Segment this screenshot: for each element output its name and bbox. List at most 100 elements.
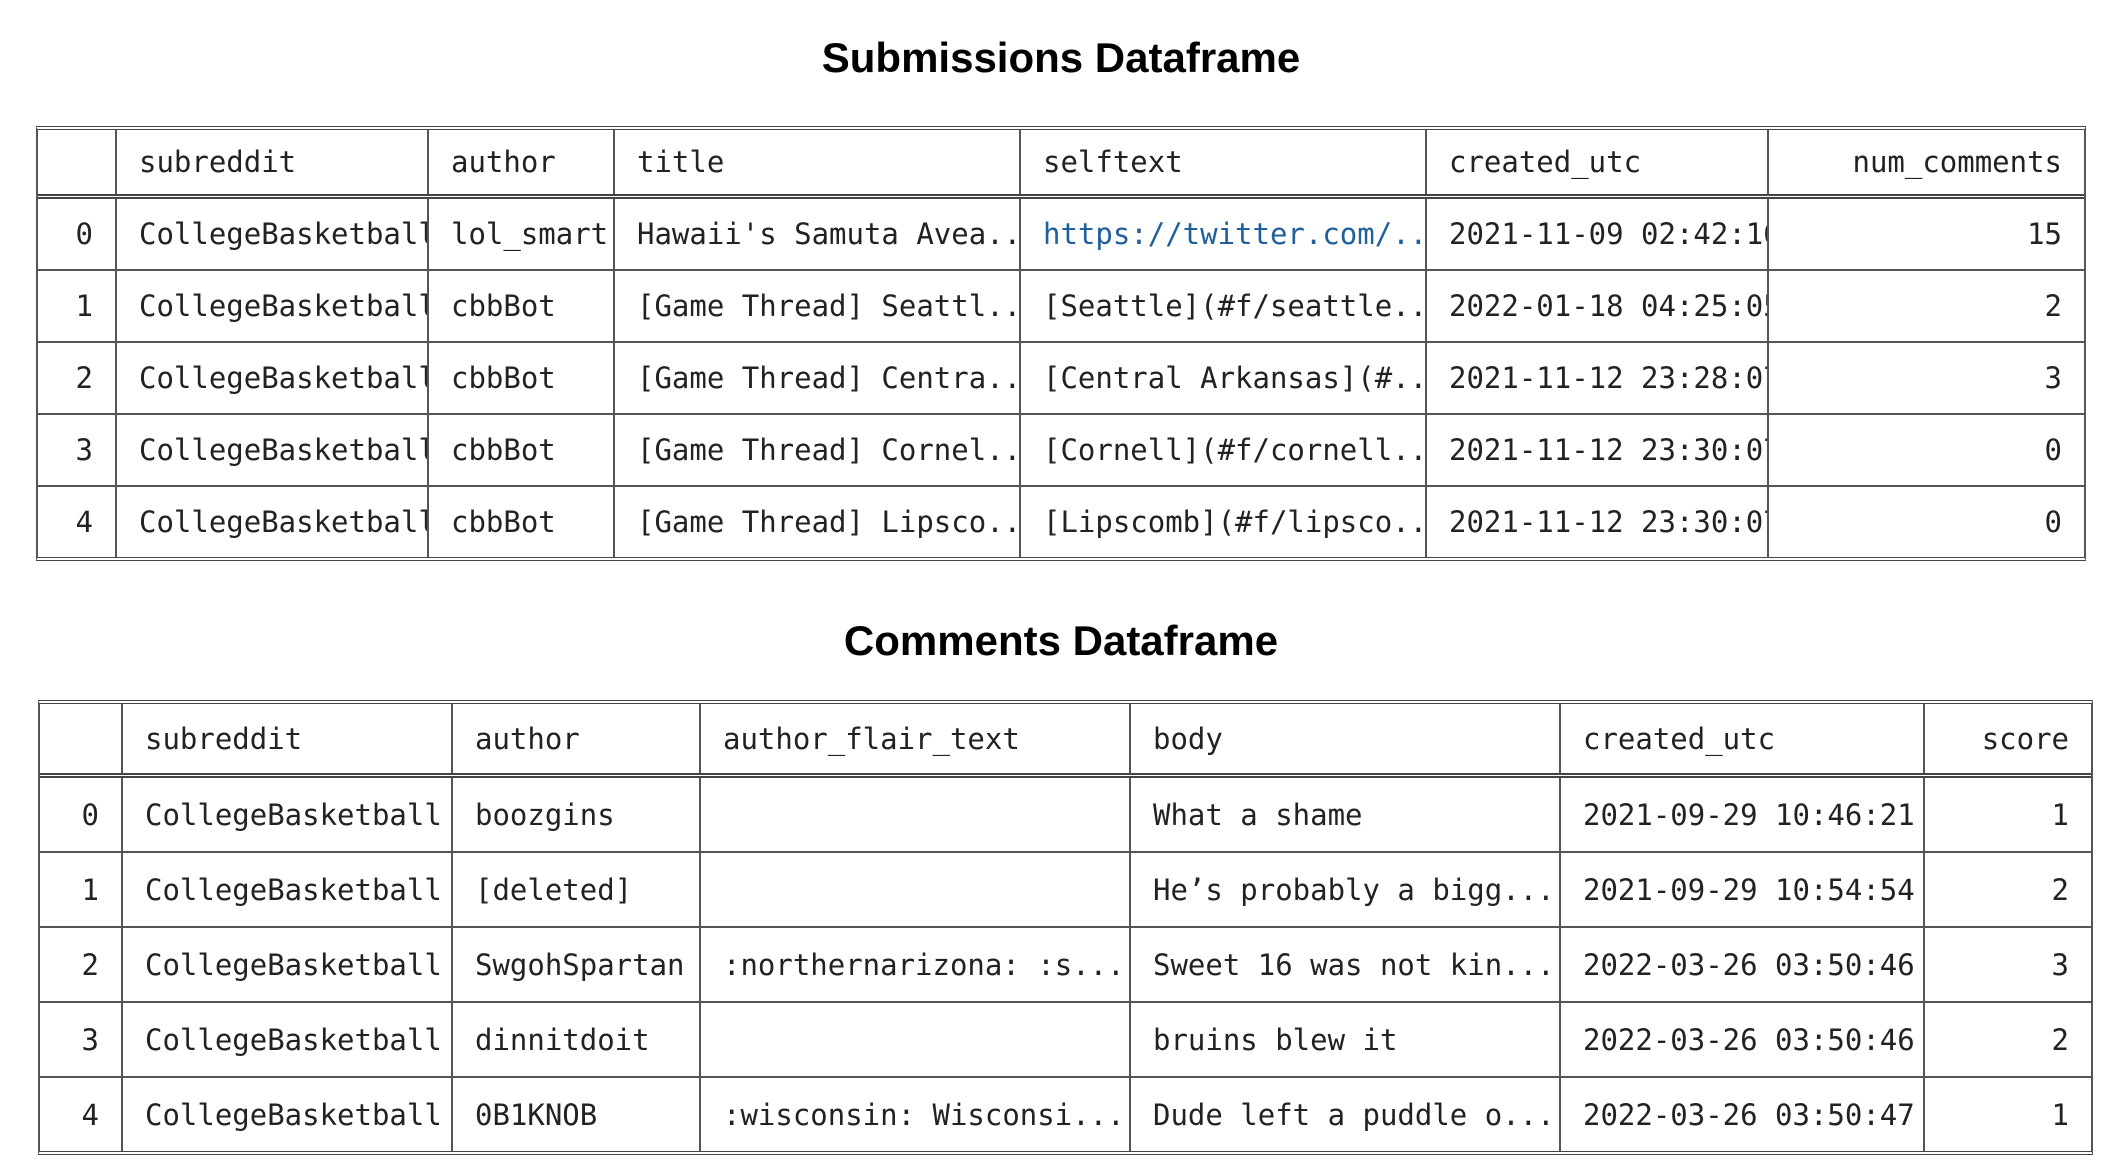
- row-index: 3: [40, 1002, 122, 1078]
- column-header-index: [40, 704, 122, 778]
- cell-author: cbbBot: [427, 414, 614, 487]
- row-index: 4: [81, 1097, 99, 1132]
- cell-score: 2: [1923, 852, 2091, 928]
- cell-created-utc: 2022-01-18 04:25:05: [1425, 270, 1768, 343]
- row-index: 0: [40, 775, 122, 853]
- cell-created-utc: 2021-09-29 10:54:54: [1559, 852, 1924, 928]
- column-header-subreddit: subreddit: [115, 130, 428, 199]
- comments-dataframe: subreddit author author_flair_text body …: [38, 700, 2093, 1155]
- cell-num-comments: 0: [1767, 486, 2084, 557]
- cell-score: 1: [1923, 775, 2091, 853]
- cell-body: Dude left a puddle o...: [1129, 1077, 1560, 1151]
- cell-subreddit: CollegeBasketball: [121, 1002, 452, 1078]
- cell-author: lol_smart: [427, 196, 614, 271]
- comments-table: subreddit author author_flair_text body …: [40, 704, 2091, 1151]
- cell-author: SwgohSpartan: [451, 927, 700, 1003]
- table-row: 0 CollegeBasketball boozgins What a sham…: [40, 775, 2091, 853]
- table-row: 3 CollegeBasketball dinnitdoit bruins bl…: [40, 1002, 2091, 1078]
- cell-created-utc: 2021-09-29 10:46:21: [1559, 775, 1924, 853]
- cell-subreddit: CollegeBasketball: [121, 775, 452, 853]
- cell-title: [Game Thread] Seattl...: [613, 270, 1020, 343]
- cell-created-utc: 2022-03-26 03:50:46: [1559, 927, 1924, 1003]
- table-row: 4 CollegeBasketball 0B1KNOB :wisconsin: …: [40, 1077, 2091, 1151]
- table-row: 1 CollegeBasketball cbbBot [Game Thread]…: [38, 270, 2084, 343]
- cell-num-comments: 3: [1767, 342, 2084, 415]
- column-header-created-utc: created_utc: [1425, 130, 1768, 199]
- cell-subreddit: CollegeBasketball: [121, 852, 452, 928]
- cell-subreddit: CollegeBasketball: [121, 927, 452, 1003]
- submissions-table: subreddit author title selftext created_…: [38, 130, 2084, 557]
- column-header-author: author: [427, 130, 614, 199]
- cell-author: cbbBot: [427, 342, 614, 415]
- table-row: 2 CollegeBasketball cbbBot [Game Thread]…: [38, 342, 2084, 415]
- cell-selftext: [Lipscomb](#f/lipsco...: [1019, 486, 1426, 557]
- column-header-body: body: [1129, 704, 1560, 778]
- cell-created-utc: 2021-11-09 02:42:16: [1425, 196, 1768, 271]
- cell-author: dinnitdoit: [451, 1002, 700, 1078]
- cell-title: Hawaii's Samuta Avea...: [613, 196, 1020, 271]
- row-index: 0: [38, 196, 116, 271]
- column-header-author-flair-text: author_flair_text: [699, 704, 1130, 778]
- cell-author: cbbBot: [427, 486, 614, 557]
- table-row: 2 CollegeBasketball SwgohSpartan :northe…: [40, 927, 2091, 1003]
- cell-subreddit: CollegeBasketball: [115, 342, 428, 415]
- column-header-index: [38, 130, 116, 199]
- row-index: 3: [38, 414, 116, 487]
- cell-num-comments: 0: [1767, 414, 2084, 487]
- cell-selftext: [Central Arkansas](#...: [1019, 342, 1426, 415]
- cell-subreddit: CollegeBasketball: [115, 486, 428, 557]
- cell-author: [deleted]: [451, 852, 700, 928]
- cell-title: [Game Thread] Cornel...: [613, 414, 1020, 487]
- table-row: 3 CollegeBasketball cbbBot [Game Thread]…: [38, 414, 2084, 487]
- cell-subreddit: CollegeBasketball: [121, 1077, 452, 1151]
- cell-author: cbbBot: [427, 270, 614, 343]
- column-header-selftext: selftext: [1019, 130, 1426, 199]
- cell-title: [Game Thread] Lipsco...: [613, 486, 1020, 557]
- submissions-dataframe: subreddit author title selftext created_…: [36, 126, 2086, 561]
- cell-score: 1: [1923, 1077, 2091, 1151]
- row-index: 1: [38, 270, 116, 343]
- cell-created-utc: 2021-11-12 23:30:07: [1425, 486, 1768, 557]
- cell-author-flair-text: :wisconsin: Wisconsi...: [699, 1077, 1130, 1151]
- column-header-num-comments: num_comments: [1767, 130, 2084, 199]
- table-header-row: subreddit author title selftext created_…: [38, 130, 2084, 199]
- cell-author-flair-text: [699, 775, 1130, 853]
- cell-body: What a shame: [1129, 775, 1560, 853]
- cell-num-comments: 2: [1767, 270, 2084, 343]
- table-row: 4 CollegeBasketball cbbBot [Game Thread]…: [38, 486, 2084, 557]
- cell-title: [Game Thread] Centra...: [613, 342, 1020, 415]
- column-header-created-utc: created_utc: [1559, 704, 1924, 778]
- cell-num-comments: 15: [1767, 196, 2084, 271]
- cell-selftext: [Cornell](#f/cornell...: [1019, 414, 1426, 487]
- cell-author: 0B1KNOB: [451, 1077, 700, 1151]
- row-index: 4: [75, 505, 93, 539]
- row-index: 2: [38, 342, 116, 415]
- cell-author-flair-text: :northernarizona: :s...: [699, 927, 1130, 1003]
- column-header-subreddit: subreddit: [121, 704, 452, 778]
- cell-subreddit: CollegeBasketball: [115, 196, 428, 271]
- submissions-dataframe-title: Submissions Dataframe: [821, 34, 1301, 81]
- cell-author-flair-text: [699, 852, 1130, 928]
- cell-author: boozgins: [451, 775, 700, 853]
- cell-subreddit: CollegeBasketball: [115, 414, 428, 487]
- row-index: 1: [40, 852, 122, 928]
- cell-created-utc: 2022-03-26 03:50:47: [1559, 1077, 1924, 1151]
- cell-selftext: [Seattle](#f/seattle...: [1019, 270, 1426, 343]
- table-header-row: subreddit author author_flair_text body …: [40, 704, 2091, 778]
- cell-body: He’s probably a bigg...: [1129, 852, 1560, 928]
- column-header-title: title: [613, 130, 1020, 199]
- table-row: 1 CollegeBasketball [deleted] He’s proba…: [40, 852, 2091, 928]
- cell-created-utc: 2021-11-12 23:28:07: [1425, 342, 1768, 415]
- cell-selftext-link[interactable]: https://twitter.com/...: [1019, 196, 1426, 271]
- cell-score: 3: [1923, 927, 2091, 1003]
- comments-dataframe-title: Comments Dataframe: [843, 617, 1279, 664]
- column-header-author: author: [451, 704, 700, 778]
- cell-body: bruins blew it: [1129, 1002, 1560, 1078]
- cell-body: Sweet 16 was not kin...: [1129, 927, 1560, 1003]
- cell-created-utc: 2022-03-26 03:50:46: [1559, 1002, 1924, 1078]
- cell-subreddit: CollegeBasketball: [115, 270, 428, 343]
- table-row: 0 CollegeBasketball lol_smart Hawaii's S…: [38, 196, 2084, 271]
- cell-author-flair-text: [699, 1002, 1130, 1078]
- cell-score: 2: [1923, 1002, 2091, 1078]
- row-index: 2: [40, 927, 122, 1003]
